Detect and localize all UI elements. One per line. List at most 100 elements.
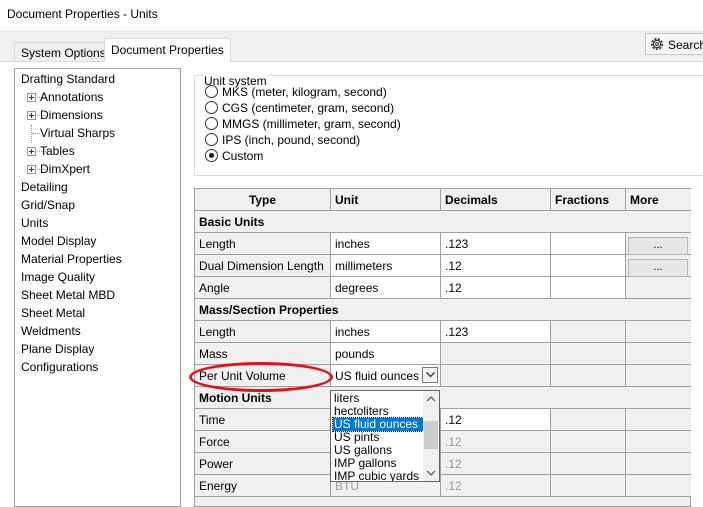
fractions-cell-dual-dimension-length[interactable] bbox=[551, 255, 626, 277]
row-type-energy: Energy bbox=[195, 475, 331, 497]
decimals-cell-force: .12 bbox=[441, 431, 551, 453]
tree-item-label: Plane Display bbox=[21, 342, 95, 356]
more-cell-power bbox=[626, 453, 691, 475]
more-cell-angle bbox=[626, 277, 691, 299]
decimals-cell-dual-dimension-length[interactable]: .12 bbox=[441, 255, 551, 277]
unit-dropdown-list: liters hectoliters US fluid ounces US pi… bbox=[330, 390, 440, 482]
expand-icon[interactable] bbox=[27, 93, 36, 102]
row-type-angle: Angle bbox=[195, 277, 331, 299]
expand-icon[interactable] bbox=[27, 165, 36, 174]
tree-item-label: Drafting Standard bbox=[21, 72, 116, 86]
unit-cell-mass[interactable]: pounds bbox=[331, 343, 441, 365]
decimals-cell-time[interactable]: .12 bbox=[441, 409, 551, 431]
radio-button[interactable] bbox=[205, 85, 218, 98]
group-mass-section-properties: Mass/Section Properties bbox=[195, 299, 691, 321]
tab-system-options[interactable]: System Options bbox=[14, 42, 113, 61]
options-tree: Drafting Standard Annotations Dimensions… bbox=[14, 68, 181, 507]
radio-button[interactable] bbox=[205, 133, 218, 146]
fractions-cell-mass-length bbox=[551, 321, 626, 343]
tree-item-label: Units bbox=[21, 216, 49, 230]
decimals-cell-length[interactable]: .123 bbox=[441, 233, 551, 255]
more-cell-mass-length bbox=[626, 321, 691, 343]
scroll-down-button[interactable] bbox=[423, 465, 439, 481]
row-type-dual-dimension-length: Dual Dimension Length bbox=[195, 255, 331, 277]
tree-item-label: DimXpert bbox=[40, 162, 91, 176]
highlight-ellipse bbox=[189, 362, 333, 392]
tree-item-label: Sheet Metal bbox=[21, 306, 86, 320]
tab-label: Document Properties bbox=[111, 43, 224, 57]
decimals-cell-energy: .12 bbox=[441, 475, 551, 497]
unit-cell-mass-length[interactable]: inches bbox=[331, 321, 441, 343]
fractions-cell-per-unit-volume bbox=[551, 365, 626, 387]
search-label: Search bbox=[668, 38, 703, 52]
decimals-cell-power: .12 bbox=[441, 453, 551, 475]
fractions-cell-length[interactable] bbox=[551, 233, 626, 255]
more-cell-force bbox=[626, 431, 691, 453]
decimals-cell-mass-length[interactable]: .123 bbox=[441, 321, 551, 343]
more-button-length[interactable]: ... bbox=[628, 237, 688, 255]
row-type-time: Time bbox=[195, 409, 331, 431]
tree-item-label: Weldments bbox=[21, 324, 81, 338]
radio-button[interactable] bbox=[205, 101, 218, 114]
column-header-decimals[interactable]: Decimals bbox=[441, 189, 551, 211]
units-grid: Type Unit Decimals Fractions More Basic … bbox=[194, 188, 691, 507]
unit-cell-length[interactable]: inches bbox=[331, 233, 441, 255]
unit-cell-angle[interactable]: degrees bbox=[331, 277, 441, 299]
chevron-down-icon bbox=[426, 372, 435, 378]
decimals-cell-per-unit-volume bbox=[441, 365, 551, 387]
dropdown-scrollbar[interactable] bbox=[423, 391, 439, 481]
row-type-length: Length bbox=[195, 233, 331, 255]
fractions-cell-time bbox=[551, 409, 626, 431]
more-cell-per-unit-volume bbox=[626, 365, 691, 387]
radio-label: MKS (meter, kilogram, second) bbox=[222, 85, 387, 99]
tree-item-label: Material Properties bbox=[21, 252, 122, 266]
radio-button[interactable] bbox=[205, 149, 218, 162]
tab-strip: System Options Document Properties bbox=[0, 38, 703, 62]
title-bar: Document Properties - Units bbox=[0, 0, 703, 30]
more-cell-mass bbox=[626, 343, 691, 365]
fractions-cell-mass bbox=[551, 343, 626, 365]
row-type-force: Force bbox=[195, 431, 331, 453]
search-button[interactable]: Search bbox=[645, 33, 703, 55]
tree-item-label: Detailing bbox=[21, 180, 68, 194]
unit-cell-dual-dimension-length[interactable]: millimeters bbox=[331, 255, 441, 277]
column-header-unit[interactable]: Unit bbox=[331, 189, 441, 211]
tab-label: System Options bbox=[21, 46, 106, 60]
more-button-dual-dimension-length[interactable]: ... bbox=[628, 259, 688, 277]
tree-connector bbox=[32, 133, 40, 134]
column-header-type[interactable]: Type bbox=[195, 189, 331, 211]
scroll-up-button[interactable] bbox=[423, 391, 439, 407]
row-type-mass-length: Length bbox=[195, 321, 331, 343]
radio-button[interactable] bbox=[205, 117, 218, 130]
column-header-fractions[interactable]: Fractions bbox=[551, 189, 626, 211]
fractions-cell-force bbox=[551, 431, 626, 453]
radio-label: IPS (inch, pound, second) bbox=[222, 133, 361, 147]
chevron-down-icon bbox=[426, 470, 436, 476]
tree-item-label: Virtual Sharps bbox=[40, 126, 116, 140]
group-basic-units: Basic Units bbox=[195, 211, 691, 233]
fractions-cell-angle[interactable] bbox=[551, 277, 626, 299]
window-title: Document Properties - Units bbox=[7, 7, 158, 21]
tree-item-label: Sheet Metal MBD bbox=[21, 288, 116, 302]
fractions-cell-energy bbox=[551, 475, 626, 497]
tree-item-label: Configurations bbox=[21, 360, 99, 374]
radio-label: Custom bbox=[222, 149, 264, 163]
more-cell-energy bbox=[626, 475, 691, 497]
column-header-more[interactable]: More bbox=[626, 189, 691, 211]
unit-system-group: Unit system MKS (meter, kilogram, second… bbox=[194, 74, 703, 176]
chevron-up-icon bbox=[426, 396, 436, 402]
tree-item-label: Annotations bbox=[40, 90, 104, 104]
combo-dropdown-button[interactable] bbox=[422, 367, 438, 383]
tree-item-label: Model Display bbox=[21, 234, 97, 248]
tree-connector bbox=[31, 125, 32, 143]
tab-document-properties[interactable]: Document Properties bbox=[104, 38, 231, 62]
dropdown-option[interactable]: IMP cubic yards bbox=[333, 470, 423, 482]
radio-label: MMGS (millimeter, gram, second) bbox=[222, 117, 401, 131]
tree-item-label: Dimensions bbox=[40, 108, 103, 122]
fractions-cell-power bbox=[551, 453, 626, 475]
scroll-thumb[interactable] bbox=[424, 421, 438, 449]
tree-item-label: Grid/Snap bbox=[21, 198, 76, 212]
expand-icon[interactable] bbox=[27, 147, 36, 156]
decimals-cell-angle[interactable]: .12 bbox=[441, 277, 551, 299]
expand-icon[interactable] bbox=[27, 111, 36, 120]
